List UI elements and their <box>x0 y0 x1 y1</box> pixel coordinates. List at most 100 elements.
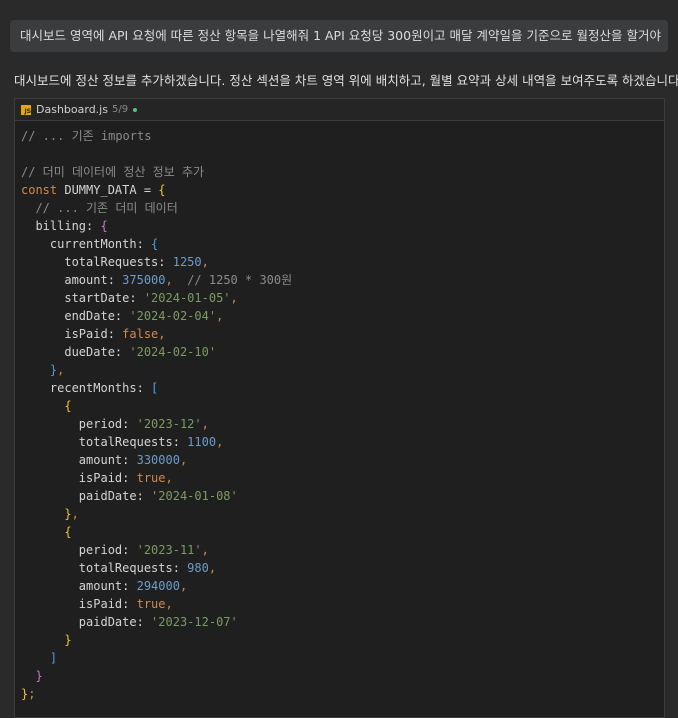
code-token-id: isPaid: <box>21 327 123 341</box>
code-line: }, <box>21 361 664 379</box>
code-line: amount: 375000, // 1250 * 300원 <box>21 271 664 289</box>
code-line: isPaid: false, <box>21 325 664 343</box>
code-token-id: currentMonth: <box>21 237 152 251</box>
code-token-pu: , <box>230 291 238 305</box>
code-token-str: '2024-01-05' <box>143 291 231 305</box>
code-token-id: period: <box>21 543 137 557</box>
code-token-pu: , <box>165 273 173 287</box>
code-token-pu: , <box>165 471 173 485</box>
code-token-id: totalRequests: <box>21 561 188 575</box>
code-line: ] <box>21 649 664 667</box>
code-line: amount: 330000, <box>21 451 664 469</box>
code-token-id: paidDate: <box>21 615 152 629</box>
js-file-icon: JS <box>21 104 31 115</box>
code-token-id: totalRequests: <box>21 435 188 449</box>
code-token-b1: { <box>21 399 72 413</box>
code-token-id: totalRequests: <box>21 255 173 269</box>
code-line: amount: 294000, <box>21 577 664 595</box>
code-token-bool: true <box>136 597 166 611</box>
code-token-id: DUMMY_DATA = <box>64 183 159 197</box>
code-token-num: 980 <box>187 561 209 575</box>
code-token-bool: false <box>122 327 159 341</box>
code-token-pu: , <box>158 327 166 341</box>
code-line: billing: { <box>21 217 664 235</box>
code-line: }; <box>21 685 664 703</box>
code-token-pu: , <box>201 417 209 431</box>
code-token-b1: { <box>21 525 72 539</box>
code-line: }, <box>21 505 664 523</box>
code-token-kw: const <box>21 183 65 197</box>
code-token-id: amount: <box>21 453 137 467</box>
code-token-id: billing: <box>21 219 101 233</box>
code-token-bool: true <box>136 471 166 485</box>
code-token-b1: } <box>21 633 72 647</box>
code-token-id: amount: <box>21 579 137 593</box>
code-token-pu: , <box>179 579 188 593</box>
code-line: isPaid: true, <box>21 595 664 613</box>
code-token-id: recentMonths: <box>21 381 152 395</box>
code-line: // ... 기존 imports <box>21 127 664 145</box>
code-token-id: dueDate: <box>21 345 130 359</box>
code-token-b3: { <box>151 237 159 251</box>
code-line: isPaid: true, <box>21 469 664 487</box>
code-block-header[interactable]: JS Dashboard.js 5/9 <box>15 99 664 121</box>
change-count: 5/9 <box>111 104 129 115</box>
code-token-str: '2024-02-04' <box>129 309 217 323</box>
code-token-pu: , <box>216 309 224 323</box>
code-token-b2: { <box>100 219 108 233</box>
code-token-pu: , <box>201 543 209 557</box>
code-line: dueDate: '2024-02-10' <box>21 343 664 361</box>
code-token-cm: // ... 기존 imports <box>21 129 152 143</box>
code-token-id: period: <box>21 417 137 431</box>
code-token-pu: , <box>57 363 65 377</box>
code-line: currentMonth: { <box>21 235 664 253</box>
code-line: } <box>21 631 664 649</box>
code-line: const DUMMY_DATA = { <box>21 181 664 199</box>
code-token-str: '2024-01-08' <box>151 489 238 503</box>
code-token-id: isPaid: <box>21 471 137 485</box>
code-token-id: isPaid: <box>21 597 137 611</box>
code-line: } <box>21 667 664 685</box>
code-line: period: '2023-11', <box>21 541 664 559</box>
code-token-id: startDate: <box>21 291 144 305</box>
code-line: totalRequests: 1100, <box>21 433 664 451</box>
code-token-b3: [ <box>151 381 159 395</box>
code-token-cm: // ... 기존 더미 데이터 <box>21 201 178 215</box>
code-token-b1: } <box>21 507 72 521</box>
code-token-pu: , <box>208 561 217 575</box>
code-line: { <box>21 397 664 415</box>
code-token-cm: // 더미 데이터에 정산 정보 추가 <box>21 165 205 179</box>
code-token-id: paidDate: <box>21 489 152 503</box>
code-line: startDate: '2024-01-05', <box>21 289 664 307</box>
code-token-num: 294000 <box>136 579 180 593</box>
code-token-id: endDate: <box>21 309 130 323</box>
code-line: period: '2023-12', <box>21 415 664 433</box>
code-token-str: '2024-02-10' <box>129 345 217 359</box>
file-name[interactable]: Dashboard.js <box>36 103 108 116</box>
code-line: { <box>21 523 664 541</box>
code-line: // 더미 데이터에 정산 정보 추가 <box>21 163 664 181</box>
code-line: recentMonths: [ <box>21 379 664 397</box>
code-line: // ... 기존 더미 데이터 <box>21 199 664 217</box>
code-token-pu: , <box>201 255 209 269</box>
code-block: JS Dashboard.js 5/9 // ... 기존 imports// … <box>14 98 665 718</box>
code-token-str: '2023-12-07' <box>151 615 238 629</box>
code-token-id: amount: <box>21 273 123 287</box>
code-token-b1: { <box>158 183 166 197</box>
code-token-b3: ] <box>21 651 58 665</box>
code-token-num: 330000 <box>136 453 180 467</box>
code-token-pu: ; <box>28 687 36 701</box>
code-token-b3: } <box>21 363 58 377</box>
code-token-pu: , <box>179 453 188 467</box>
user-prompt-message: 대시보드 영역에 API 요청에 따른 정산 항목을 나열해줘 1 API 요청… <box>10 20 668 52</box>
code-token-cm: // 1250 * 300원 <box>172 273 293 287</box>
code-token-str: '2023-12' <box>136 417 202 431</box>
code-token-pu: , <box>71 507 79 521</box>
code-line: paidDate: '2023-12-07' <box>21 613 664 631</box>
code-token-num: 1250 <box>172 255 202 269</box>
code-line: endDate: '2024-02-04', <box>21 307 664 325</box>
code-token-b2: } <box>21 669 43 683</box>
code-token-pu: , <box>216 435 224 449</box>
code-content: // ... 기존 imports // 더미 데이터에 정산 정보 추가 cons… <box>15 121 664 703</box>
